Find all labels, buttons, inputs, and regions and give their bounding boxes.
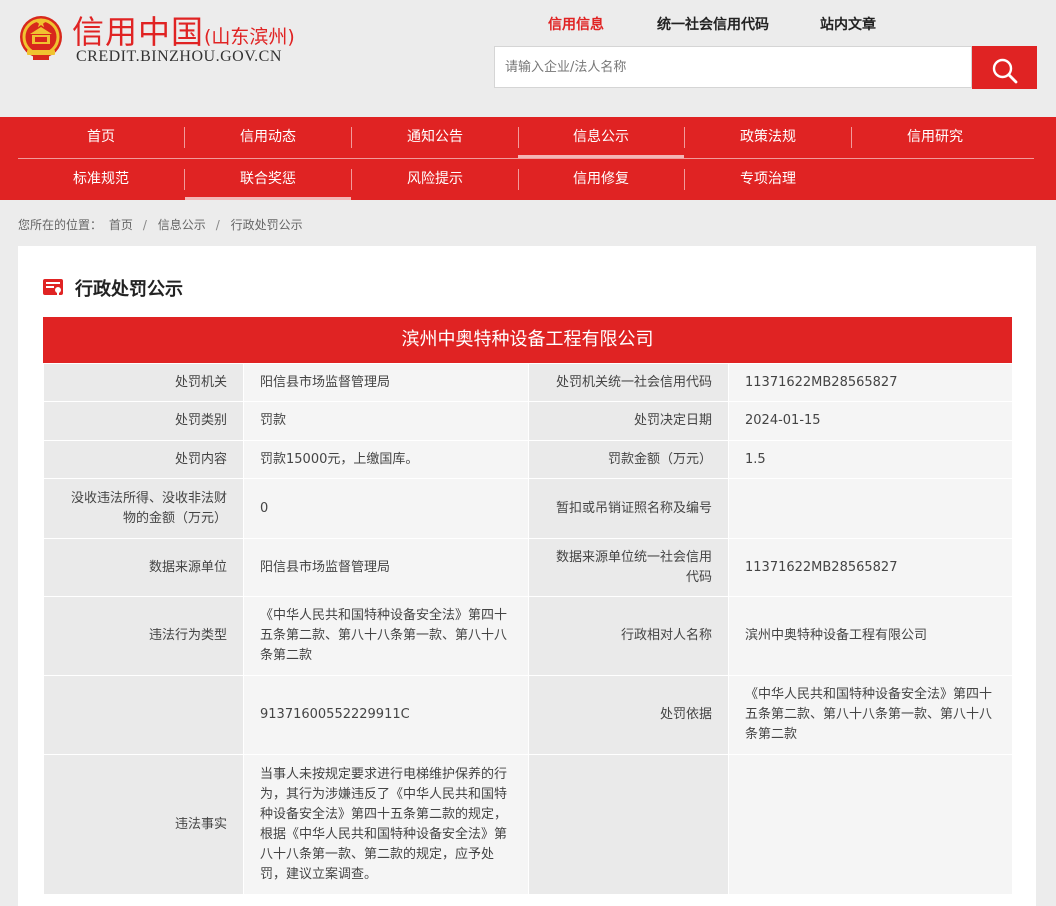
field-value: 罚款 — [243, 401, 529, 441]
field-label: 处罚决定日期 — [528, 401, 729, 441]
field-label: 数据来源单位统一社会信用代码 — [528, 538, 729, 597]
field-label: 违法行为类型 — [43, 596, 244, 676]
document-seal-icon — [43, 279, 63, 296]
field-label: 处罚类别 — [43, 401, 244, 441]
field-value — [728, 478, 1013, 539]
nav-item-info-disclosure[interactable]: 信息公示 — [518, 117, 684, 158]
nav-item-home[interactable]: 首页 — [18, 117, 184, 158]
field-label — [528, 754, 729, 895]
site-header: 信用中国(山东滨州) CREDIT.BINZHOU.GOV.CN 信用信息 统一… — [0, 0, 1056, 117]
main-nav: 首页 信用动态 通知公告 信息公示 政策法规 信用研究 标准规范 联合奖惩 风险… — [0, 117, 1056, 200]
field-value: 11371622MB28565827 — [728, 363, 1013, 402]
field-label: 处罚机关统一社会信用代码 — [528, 363, 729, 402]
search-input[interactable] — [494, 46, 972, 88]
breadcrumb-current: 行政处罚公示 — [230, 218, 303, 232]
logo-region: (山东滨州) — [204, 26, 295, 48]
nav-item-standards[interactable]: 标准规范 — [18, 159, 184, 200]
field-label: 处罚内容 — [43, 440, 244, 479]
field-value: 滨州中奥特种设备工程有限公司 — [728, 596, 1013, 676]
breadcrumb-home[interactable]: 首页 — [109, 218, 133, 232]
field-value: 0 — [243, 478, 529, 539]
nav-item-special-governance[interactable]: 专项治理 — [685, 159, 851, 200]
field-label: 罚款金额（万元） — [528, 440, 729, 479]
table-row: 数据来源单位 阳信县市场监督管理局 数据来源单位统一社会信用代码 1137162… — [43, 538, 1013, 597]
breadcrumb-info-disclosure[interactable]: 信息公示 — [158, 218, 206, 232]
field-label: 没收违法所得、没收非法财物的金额（万元） — [43, 478, 244, 539]
nav-row-2: 标准规范 联合奖惩 风险提示 信用修复 专项治理 — [18, 159, 1034, 200]
nav-item-policies[interactable]: 政策法规 — [685, 117, 851, 158]
table-row: 没收违法所得、没收非法财物的金额（万元） 0 暂扣或吊销证照名称及编号 — [43, 478, 1013, 539]
field-value: 1.5 — [728, 440, 1013, 479]
search-tab-site-articles[interactable]: 站内文章 — [820, 14, 876, 34]
field-value: 阳信县市场监督管理局 — [243, 363, 529, 402]
field-label: 行政相对人名称 — [528, 596, 729, 676]
nav-item-risk-alerts[interactable]: 风险提示 — [352, 159, 518, 200]
content-panel: 行政处罚公示 滨州中奥特种设备工程有限公司 处罚机关 阳信县市场监督管理局 处罚… — [18, 246, 1036, 906]
search-icon — [992, 58, 1017, 84]
breadcrumb-separator: / — [215, 218, 220, 232]
table-row: 违法行为类型 《中华人民共和国特种设备安全法》第四十五条第二款、第八十八条第一款… — [43, 596, 1013, 676]
nav-item-credit-news[interactable]: 信用动态 — [185, 117, 351, 158]
field-value: 《中华人民共和国特种设备安全法》第四十五条第二款、第八十八条第一款、第八十八条第… — [728, 675, 1013, 755]
field-label: 处罚机关 — [43, 363, 244, 402]
site-logo[interactable]: 信用中国(山东滨州) CREDIT.BINZHOU.GOV.CN — [18, 10, 318, 72]
table-row: 违法事实 当事人未按规定要求进行电梯维护保养的行为，其行为涉嫌违反了《中华人民共… — [43, 754, 1013, 895]
field-label: 违法事实 — [43, 754, 244, 895]
breadcrumb-separator: / — [142, 218, 147, 232]
nav-item-credit-repair[interactable]: 信用修复 — [518, 159, 684, 200]
logo-domain: CREDIT.BINZHOU.GOV.CN — [76, 48, 282, 65]
nav-row-1: 首页 信用动态 通知公告 信息公示 政策法规 信用研究 — [18, 117, 1034, 158]
field-value: 11371622MB28565827 — [728, 538, 1013, 597]
table-row: 处罚类别 罚款 处罚决定日期 2024-01-15 — [43, 401, 1013, 441]
field-value: 《中华人民共和国特种设备安全法》第四十五条第二款、第八十八条第一款、第八十八条第… — [243, 596, 529, 676]
search-tab-credit-info[interactable]: 信用信息 — [548, 14, 604, 34]
breadcrumb-prefix: 您所在的位置： — [18, 218, 103, 232]
table-row: 91371600552229911C 处罚依据 《中华人民共和国特种设备安全法》… — [43, 675, 1013, 755]
table-row: 处罚内容 罚款15000元，上缴国库。 罚款金额（万元） 1.5 — [43, 440, 1013, 479]
field-value: 当事人未按规定要求进行电梯维护保养的行为，其行为涉嫌违反了《中华人民共和国特种设… — [243, 754, 529, 895]
search-tab-credit-code[interactable]: 统一社会信用代码 — [657, 14, 769, 34]
nav-item-joint-rewards[interactable]: 联合奖惩 — [185, 159, 351, 200]
field-value: 阳信县市场监督管理局 — [243, 538, 529, 597]
table-row: 处罚机关 阳信县市场监督管理局 处罚机关统一社会信用代码 11371622MB2… — [43, 363, 1013, 402]
national-emblem-icon — [20, 16, 62, 60]
nav-item-credit-research[interactable]: 信用研究 — [852, 117, 1018, 158]
field-label — [43, 675, 244, 755]
breadcrumb: 您所在的位置： 首页 / 信息公示 / 行政处罚公示 — [18, 216, 306, 233]
penalty-detail-table: 处罚机关 阳信县市场监督管理局 处罚机关统一社会信用代码 11371622MB2… — [43, 363, 1013, 895]
field-value: 罚款15000元，上缴国库。 — [243, 440, 529, 479]
nav-item-notices[interactable]: 通知公告 — [352, 117, 518, 158]
page-title: 行政处罚公示 — [75, 279, 183, 300]
field-value: 91371600552229911C — [243, 675, 529, 755]
field-label: 数据来源单位 — [43, 538, 244, 597]
field-value: 2024-01-15 — [728, 401, 1013, 441]
field-label: 暂扣或吊销证照名称及编号 — [528, 478, 729, 539]
field-value — [728, 754, 1013, 895]
search-button[interactable] — [972, 46, 1037, 89]
field-label: 处罚依据 — [528, 675, 729, 755]
company-name-header: 滨州中奥特种设备工程有限公司 — [43, 317, 1012, 363]
